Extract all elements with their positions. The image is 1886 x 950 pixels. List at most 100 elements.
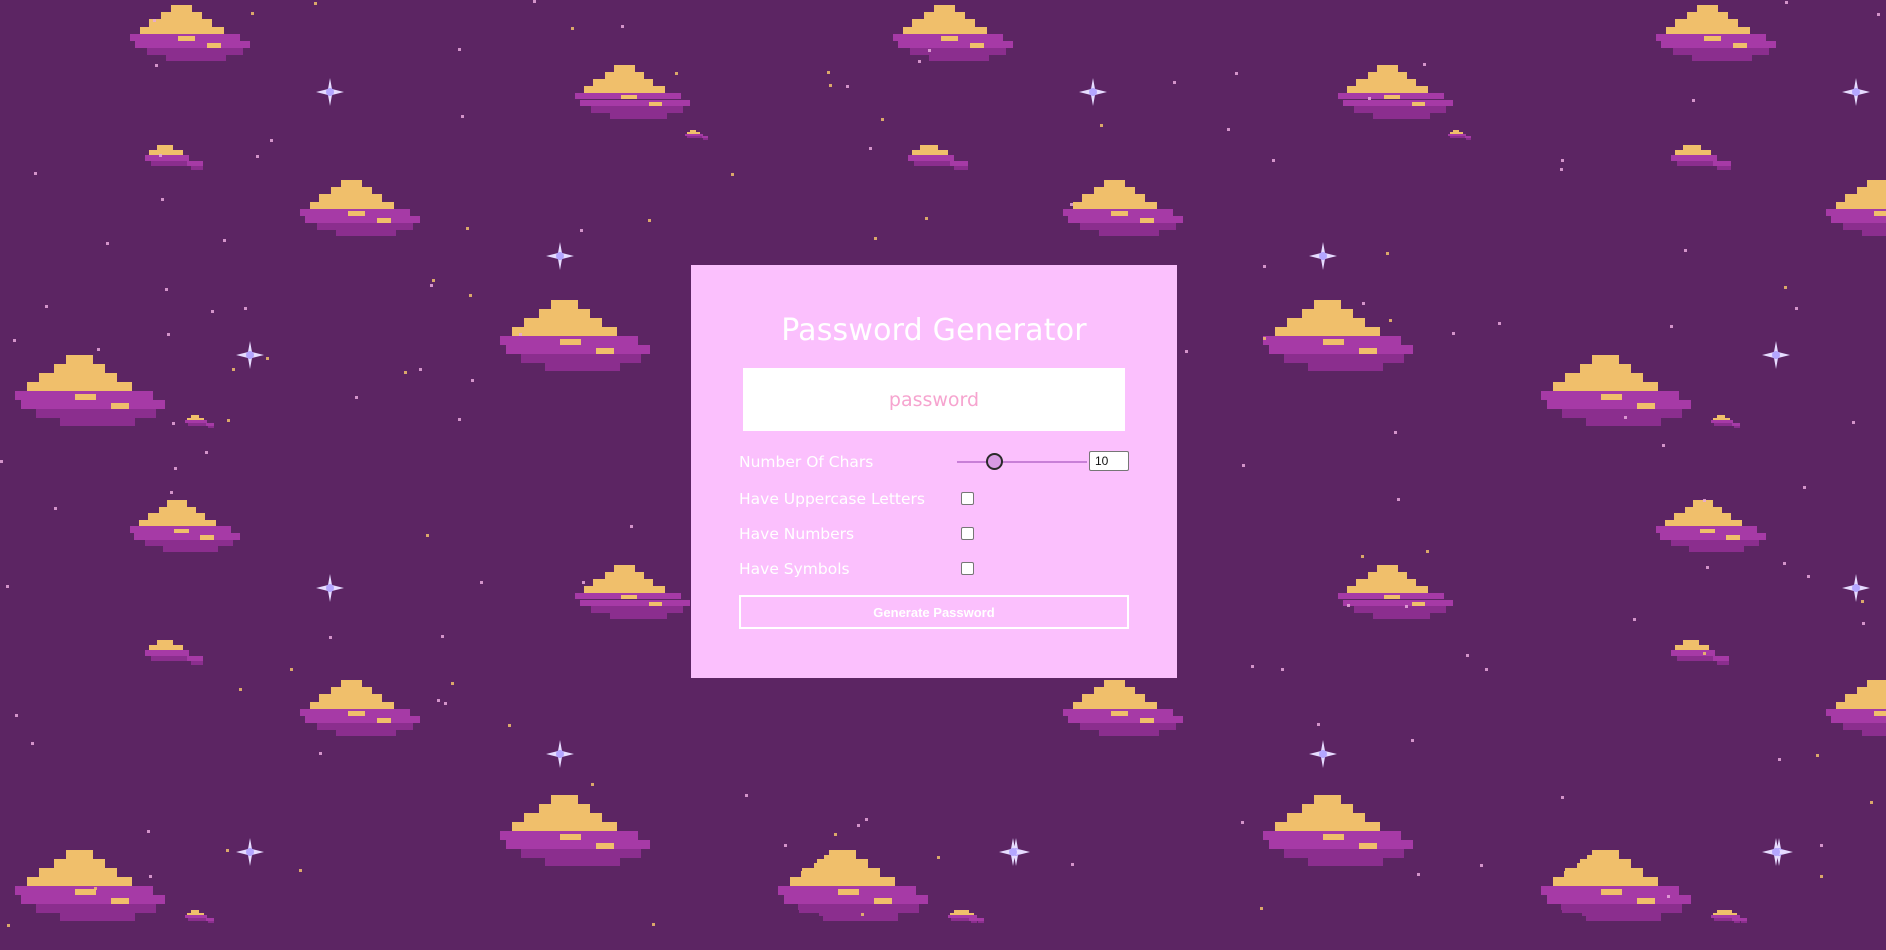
star-dot xyxy=(419,368,422,371)
star-dot xyxy=(1368,97,1371,100)
sparkle-icon xyxy=(236,838,264,866)
star-dot xyxy=(426,534,429,537)
star-dot xyxy=(1807,575,1810,578)
star-dot xyxy=(1480,864,1483,867)
star-dot xyxy=(31,742,34,745)
star-dot xyxy=(147,830,150,833)
symbols-label: Have Symbols xyxy=(739,560,850,578)
star-dot xyxy=(1317,723,1320,726)
star-dot xyxy=(1633,618,1636,621)
password-output[interactable]: password xyxy=(743,368,1125,431)
star-dot xyxy=(329,636,332,639)
star-dot xyxy=(159,154,162,157)
star-dot xyxy=(471,379,474,382)
sparkle-icon xyxy=(1762,341,1790,369)
star-dot xyxy=(461,115,464,118)
star-dot xyxy=(45,305,48,308)
star-dot xyxy=(480,581,483,584)
star-dot xyxy=(1684,249,1687,252)
star-dot xyxy=(533,0,536,3)
star-dot xyxy=(857,824,860,827)
star-dot xyxy=(1251,665,1254,668)
star-dot xyxy=(675,72,678,75)
star-dot xyxy=(1778,758,1781,761)
sparkle-icon xyxy=(236,341,264,369)
star-dot xyxy=(15,714,18,717)
star-dot xyxy=(174,467,177,470)
star-dot xyxy=(1877,13,1880,16)
star-dot xyxy=(745,794,748,797)
star-dot xyxy=(149,875,152,878)
uppercase-label: Have Uppercase Letters xyxy=(739,490,925,508)
star-dot xyxy=(928,49,931,52)
star-dot xyxy=(432,279,435,282)
star-dot xyxy=(290,668,293,671)
star-dot xyxy=(1667,895,1670,898)
star-dot xyxy=(205,451,208,454)
length-input[interactable]: 10 xyxy=(1089,451,1129,471)
star-dot xyxy=(881,118,884,121)
symbols-checkbox[interactable] xyxy=(961,562,974,575)
star-dot xyxy=(630,525,633,528)
star-dot xyxy=(13,339,16,342)
star-dot xyxy=(834,833,837,836)
star-dot xyxy=(1397,498,1400,501)
star-dot xyxy=(1795,307,1798,310)
password-text: password xyxy=(888,388,980,411)
length-slider-thumb[interactable] xyxy=(986,453,1004,470)
sparkle-icon xyxy=(1765,838,1793,866)
sparkle-icon xyxy=(1762,838,1790,866)
star-dot xyxy=(1260,907,1263,910)
star-dot xyxy=(1662,444,1665,447)
sparkle-icon xyxy=(1842,574,1870,602)
star-dot xyxy=(1803,486,1806,489)
length-slider[interactable] xyxy=(957,461,1087,463)
sparkle-icon xyxy=(1002,838,1030,866)
star-dot xyxy=(266,357,269,360)
star-dot xyxy=(1670,325,1673,328)
star-dot xyxy=(437,699,440,702)
star-dot xyxy=(244,307,247,310)
star-dot xyxy=(444,702,447,705)
star-dot xyxy=(404,371,407,374)
star-dot xyxy=(441,635,444,638)
star-dot xyxy=(458,48,461,51)
star-dot xyxy=(270,139,273,142)
star-dot xyxy=(232,368,235,371)
star-dot xyxy=(1561,159,1564,162)
star-dot xyxy=(827,71,830,74)
star-dot xyxy=(1173,81,1176,84)
star-dot xyxy=(1361,555,1364,558)
length-row: Number Of Chars 10 xyxy=(739,450,1129,474)
star-dot xyxy=(1227,128,1230,131)
star-dot xyxy=(172,422,175,425)
generate-password-button[interactable]: Generate Password xyxy=(739,595,1129,629)
star-dot xyxy=(1100,124,1103,127)
star-dot xyxy=(652,923,655,926)
star-dot xyxy=(223,239,226,242)
star-dot xyxy=(106,242,109,245)
numbers-label: Have Numbers xyxy=(739,525,855,543)
star-dot xyxy=(1783,562,1786,565)
star-dot xyxy=(1405,605,1408,608)
star-dot xyxy=(226,849,229,852)
star-dot xyxy=(508,724,511,727)
star-dot xyxy=(1624,416,1627,419)
star-dot xyxy=(1272,159,1275,162)
star-dot xyxy=(582,581,585,584)
star-dot xyxy=(1241,821,1244,824)
star-dot xyxy=(1870,801,1873,804)
uppercase-checkbox[interactable] xyxy=(961,492,974,505)
star-dot xyxy=(256,155,259,158)
star-dot xyxy=(1820,875,1823,878)
length-label: Number Of Chars xyxy=(739,453,874,471)
numbers-checkbox[interactable] xyxy=(961,527,974,540)
numbers-row: Have Numbers xyxy=(739,522,1129,546)
sparkle-icon xyxy=(546,740,574,768)
star-dot xyxy=(784,844,787,847)
star-dot xyxy=(299,869,302,872)
star-dot xyxy=(591,783,594,786)
sparkle-icon xyxy=(316,78,344,106)
star-dot xyxy=(648,219,651,222)
star-dot xyxy=(918,60,921,63)
